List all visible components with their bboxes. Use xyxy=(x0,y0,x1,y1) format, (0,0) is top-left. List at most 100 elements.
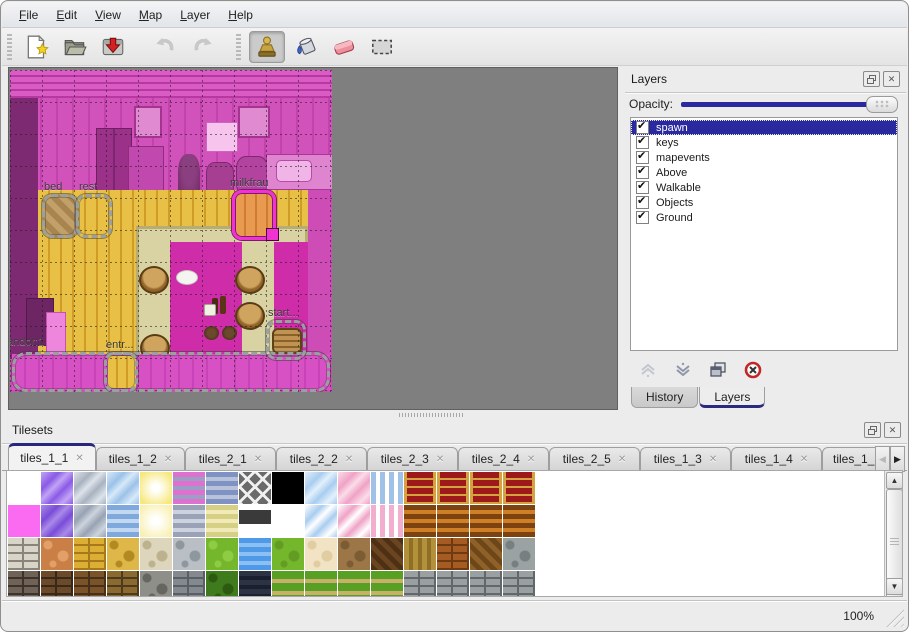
tileset-tile[interactable] xyxy=(338,472,370,504)
horizontal-splitter[interactable] xyxy=(2,410,907,418)
scroll-tabs-left-button[interactable]: ◀ xyxy=(875,446,890,472)
tileset-tile[interactable] xyxy=(173,505,205,537)
menu-view[interactable]: View xyxy=(86,5,130,25)
tileset-tile[interactable] xyxy=(41,538,73,570)
close-tab-icon[interactable]: ✕ xyxy=(254,454,262,465)
eraser-tool-button[interactable] xyxy=(327,32,361,62)
raise-layer-button[interactable] xyxy=(637,359,659,381)
tileset-tile[interactable] xyxy=(305,538,337,570)
tileset-tile[interactable] xyxy=(8,538,40,570)
tileset-tile[interactable] xyxy=(74,571,106,597)
tileset-tile[interactable] xyxy=(173,571,205,597)
layer-visibility-checkbox[interactable] xyxy=(636,196,649,209)
scroll-up-button[interactable]: ▲ xyxy=(886,472,903,489)
tileset-tile[interactable] xyxy=(74,538,106,570)
tileset-tab-tiles_1_4[interactable]: tiles_1_4✕ xyxy=(731,447,822,470)
close-tab-icon[interactable]: ✕ xyxy=(164,454,172,465)
tileset-tile[interactable] xyxy=(74,505,106,537)
redo-button[interactable] xyxy=(186,32,220,62)
rectangular-select-tool-button[interactable] xyxy=(365,32,399,62)
close-tab-icon[interactable]: ✕ xyxy=(527,454,535,465)
map-object-bed[interactable] xyxy=(42,194,78,238)
tileset-tile[interactable] xyxy=(107,505,139,537)
tileset-tile[interactable] xyxy=(140,472,172,504)
layer-row-above[interactable]: Above xyxy=(631,165,897,180)
scroll-tabs-right-button[interactable]: ▶ xyxy=(890,446,905,472)
tileset-tile[interactable] xyxy=(107,472,139,504)
tileset-tiles[interactable] xyxy=(8,472,535,597)
bucket-fill-tool-button[interactable] xyxy=(289,32,323,62)
tileset-tile[interactable] xyxy=(239,472,271,504)
map-content[interactable]: bed rest milkfrau andor:1 entr... start.… xyxy=(10,70,332,392)
menu-help[interactable]: Help xyxy=(219,5,262,25)
tileset-tile[interactable] xyxy=(272,472,304,504)
tileset-tile[interactable] xyxy=(272,505,304,537)
map-canvas[interactable]: bed rest milkfrau andor:1 entr... start.… xyxy=(8,67,618,410)
tileset-tile[interactable] xyxy=(206,571,238,597)
save-map-button[interactable] xyxy=(96,32,130,62)
tileset-tile[interactable] xyxy=(338,538,370,570)
tileset-tile[interactable] xyxy=(74,472,106,504)
tileset-tile[interactable] xyxy=(470,505,502,537)
layer-visibility-checkbox[interactable] xyxy=(636,181,649,194)
tileset-tile[interactable] xyxy=(239,505,271,537)
tileset-tile[interactable] xyxy=(8,505,40,537)
tileset-tile[interactable] xyxy=(272,571,304,597)
tileset-tile[interactable] xyxy=(437,472,469,504)
tileset-tab-tiles_2_1[interactable]: tiles_2_1✕ xyxy=(185,447,276,470)
tileset-tile[interactable] xyxy=(140,571,172,597)
tileset-tile[interactable] xyxy=(305,472,337,504)
close-tab-icon[interactable]: ✕ xyxy=(345,454,353,465)
tileset-tile[interactable] xyxy=(371,538,403,570)
open-map-button[interactable] xyxy=(58,32,92,62)
tileset-tab-tiles_2_3[interactable]: tiles_2_3✕ xyxy=(367,447,458,470)
tileset-tile[interactable] xyxy=(404,538,436,570)
tileset-tile[interactable] xyxy=(140,505,172,537)
tileset-tile[interactable] xyxy=(140,538,172,570)
layer-row-objects[interactable]: Objects xyxy=(631,195,897,210)
map-object-resize-handle[interactable] xyxy=(266,228,279,241)
layer-visibility-checkbox[interactable] xyxy=(636,166,649,179)
tileset-tab-tiles_2_2[interactable]: tiles_2_2✕ xyxy=(276,447,367,470)
tileset-tile[interactable] xyxy=(338,571,370,597)
tileset-tile[interactable] xyxy=(371,505,403,537)
close-tab-icon[interactable]: ✕ xyxy=(800,454,808,465)
tileset-tile[interactable] xyxy=(404,571,436,597)
layer-visibility-checkbox[interactable] xyxy=(636,121,649,134)
resize-grip[interactable] xyxy=(886,609,904,627)
close-tab-icon[interactable]: ✕ xyxy=(618,454,626,465)
tileset-tile[interactable] xyxy=(305,571,337,597)
tileset-tile[interactable] xyxy=(437,571,469,597)
tileset-tile[interactable] xyxy=(404,472,436,504)
map-object-start[interactable] xyxy=(266,320,306,360)
tileset-tile[interactable] xyxy=(8,571,40,597)
new-map-button[interactable] xyxy=(20,32,54,62)
tileset-tile[interactable] xyxy=(239,571,271,597)
tileset-tile[interactable] xyxy=(338,505,370,537)
tileset-tile[interactable] xyxy=(437,538,469,570)
tileset-tab-tiles_1_1[interactable]: tiles_1_1✕ xyxy=(8,443,96,470)
menu-file[interactable]: File xyxy=(10,5,47,25)
layer-row-mapevents[interactable]: mapevents xyxy=(631,150,897,165)
tileset-tile[interactable] xyxy=(107,571,139,597)
tileset-tile[interactable] xyxy=(404,505,436,537)
toolbar-handle[interactable] xyxy=(236,34,241,60)
menu-layer[interactable]: Layer xyxy=(171,5,219,25)
toolbar-handle[interactable] xyxy=(7,34,12,60)
tileset-tile[interactable] xyxy=(371,472,403,504)
duplicate-layer-button[interactable] xyxy=(707,359,729,381)
delete-layer-button[interactable] xyxy=(742,359,764,381)
tileset-tile[interactable] xyxy=(503,472,535,504)
tileset-tile[interactable] xyxy=(470,538,502,570)
tileset-tile[interactable] xyxy=(41,571,73,597)
map-object-entr[interactable] xyxy=(104,352,138,392)
tileset-tab-tiles_1_3[interactable]: tiles_1_3✕ xyxy=(640,447,731,470)
tab-history[interactable]: History xyxy=(631,387,698,408)
close-tab-icon[interactable]: ✕ xyxy=(75,453,83,464)
tileset-tile[interactable] xyxy=(8,472,40,504)
tileset-tile[interactable] xyxy=(239,538,271,570)
layer-row-walkable[interactable]: Walkable xyxy=(631,180,897,195)
tileset-tile[interactable] xyxy=(503,538,535,570)
tileset-tile[interactable] xyxy=(470,571,502,597)
layer-visibility-checkbox[interactable] xyxy=(636,151,649,164)
